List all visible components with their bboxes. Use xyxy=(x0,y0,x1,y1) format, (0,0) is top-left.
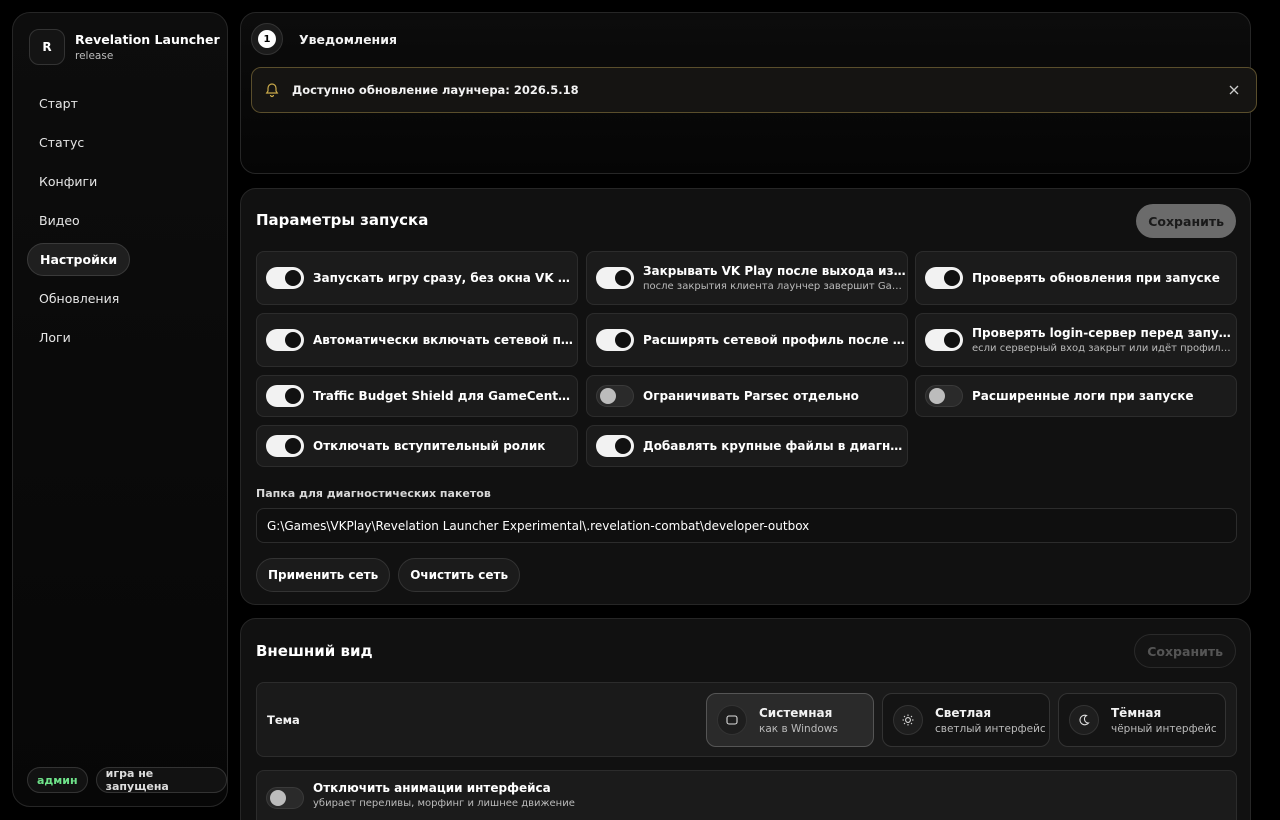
disable-animations-card[interactable]: Отключить анимации интерфейса убирает пе… xyxy=(256,770,1237,820)
toggle-switch[interactable] xyxy=(266,267,304,289)
theme-option-dark[interactable]: Тёмная чёрный интерфейс xyxy=(1058,693,1226,747)
toggle-card[interactable]: Проверять login-сервер перед запуском есл… xyxy=(915,313,1237,367)
toggle-card[interactable]: Расширять сетевой профиль после входа xyxy=(586,313,908,367)
toggle-label: Отключать вступительный ролик xyxy=(313,439,546,453)
app-title: Revelation Launcher xyxy=(75,32,220,47)
bell-icon xyxy=(265,83,279,98)
role-badge: админ xyxy=(27,767,88,793)
toggle-switch[interactable] xyxy=(266,435,304,457)
toggle-description: если серверный вход закрыт или идёт проф… xyxy=(972,343,1236,354)
notifications-panel: 1 Уведомления Доступно обновление лаунче… xyxy=(240,12,1257,174)
toggle-switch[interactable] xyxy=(266,787,304,809)
brand: R Revelation Launcher release xyxy=(29,29,220,65)
toggle-label: Запускать игру сразу, без окна VK Play xyxy=(313,271,577,285)
nav-item-configs[interactable]: Конфиги xyxy=(27,165,109,198)
launch-params-panel: Параметры запуска Сохранить Запускать иг… xyxy=(240,188,1251,605)
toggle-switch[interactable] xyxy=(925,329,963,351)
toggle-switch[interactable] xyxy=(596,329,634,351)
toggle-label: Автоматически включать сетевой профиль xyxy=(313,333,577,347)
toggle-label: Добавлять крупные файлы в диагностику xyxy=(643,439,907,453)
diagnostics-folder-input[interactable] xyxy=(256,508,1237,543)
notification-message: Доступно обновление лаунчера: 2026.5.18 xyxy=(292,83,579,97)
toggle-label: Расширять сетевой профиль после входа xyxy=(643,333,907,347)
toggle-label: Ограничивать Parsec отдельно xyxy=(643,389,859,403)
launch-params-title: Параметры запуска xyxy=(256,211,429,229)
nav-item-logs[interactable]: Логи xyxy=(27,321,83,354)
toggle-switch[interactable] xyxy=(596,435,634,457)
toggle-switch[interactable] xyxy=(266,385,304,407)
app-channel: release xyxy=(75,50,114,62)
toggle-card[interactable]: Запускать игру сразу, без окна VK Play xyxy=(256,251,578,305)
toggle-card[interactable]: Автоматически включать сетевой профиль xyxy=(256,313,578,367)
appearance-panel: Внешний вид Сохранить Тема Системная как … xyxy=(240,618,1251,820)
sidebar: R Revelation Launcher release Старт Стат… xyxy=(12,12,228,807)
monitor-icon xyxy=(717,705,747,735)
app-logo: R xyxy=(29,29,65,65)
toggle-switch[interactable] xyxy=(596,267,634,289)
nav-item-settings[interactable]: Настройки xyxy=(27,243,131,276)
toggle-card[interactable]: Расширенные логи при запуске xyxy=(915,375,1237,417)
toggle-card[interactable]: Проверять обновления при запуске xyxy=(915,251,1237,305)
diagnostics-folder-label: Папка для диагностических пакетов xyxy=(256,487,491,500)
sun-icon xyxy=(893,705,923,735)
appearance-title: Внешний вид xyxy=(256,642,373,660)
toggle-label: Расширенные логи при запуске xyxy=(972,389,1194,403)
game-state-badge: игра не запущена xyxy=(95,767,227,793)
toggle-label: Проверять обновления при запуске xyxy=(972,271,1220,285)
toggle-label: Проверять login-сервер перед запуском xyxy=(972,326,1236,340)
nav-menu: Старт Статус Конфиги Видео Настройки Обн… xyxy=(27,87,215,360)
toggle-description: убирает переливы, морфинг и лишнее движе… xyxy=(313,798,575,809)
clear-network-button[interactable]: Очистить сеть xyxy=(398,558,521,592)
appearance-save-button[interactable]: Сохранить xyxy=(1134,634,1236,668)
toggle-card[interactable]: Ограничивать Parsec отдельно xyxy=(586,375,908,417)
toggle-description: после закрытия клиента лаунчер завершит … xyxy=(643,281,907,292)
nav-item-status[interactable]: Статус xyxy=(27,126,96,159)
apply-network-button[interactable]: Применить сеть xyxy=(256,558,391,592)
notifications-title: Уведомления xyxy=(299,31,397,47)
toggle-switch[interactable] xyxy=(596,385,634,407)
toggle-switch[interactable] xyxy=(925,267,963,289)
toggle-card[interactable]: Отключать вступительный ролик xyxy=(256,425,578,467)
toggle-card[interactable]: Добавлять крупные файлы в диагностику xyxy=(586,425,908,467)
toggle-label: Закрывать VK Play после выхода из игры xyxy=(643,264,907,278)
toggle-card[interactable]: Traffic Budget Shield для GameCenter и и… xyxy=(256,375,578,417)
notifications-count-badge[interactable]: 1 xyxy=(251,23,283,55)
close-icon[interactable] xyxy=(1226,82,1242,98)
launch-save-button[interactable]: Сохранить xyxy=(1136,204,1236,238)
nav-item-start[interactable]: Старт xyxy=(27,87,90,120)
toggle-card[interactable]: Закрывать VK Play после выхода из игры по… xyxy=(586,251,908,305)
moon-icon xyxy=(1069,705,1099,735)
toggle-label: Отключить анимации интерфейса xyxy=(313,781,551,795)
theme-selector: Тема Системная как в Windows Светлая светл… xyxy=(256,682,1237,757)
toggle-switch[interactable] xyxy=(925,385,963,407)
nav-item-updates[interactable]: Обновления xyxy=(27,282,131,315)
theme-option-light[interactable]: Светлая светлый интерфейс xyxy=(882,693,1050,747)
toggle-switch[interactable] xyxy=(266,329,304,351)
notification-item: Доступно обновление лаунчера: 2026.5.18 xyxy=(251,67,1257,113)
nav-item-video[interactable]: Видео xyxy=(27,204,92,237)
toggle-label: Traffic Budget Shield для GameCenter и и… xyxy=(313,389,577,403)
theme-option-system[interactable]: Системная как в Windows xyxy=(706,693,874,747)
theme-label: Тема xyxy=(267,713,300,727)
